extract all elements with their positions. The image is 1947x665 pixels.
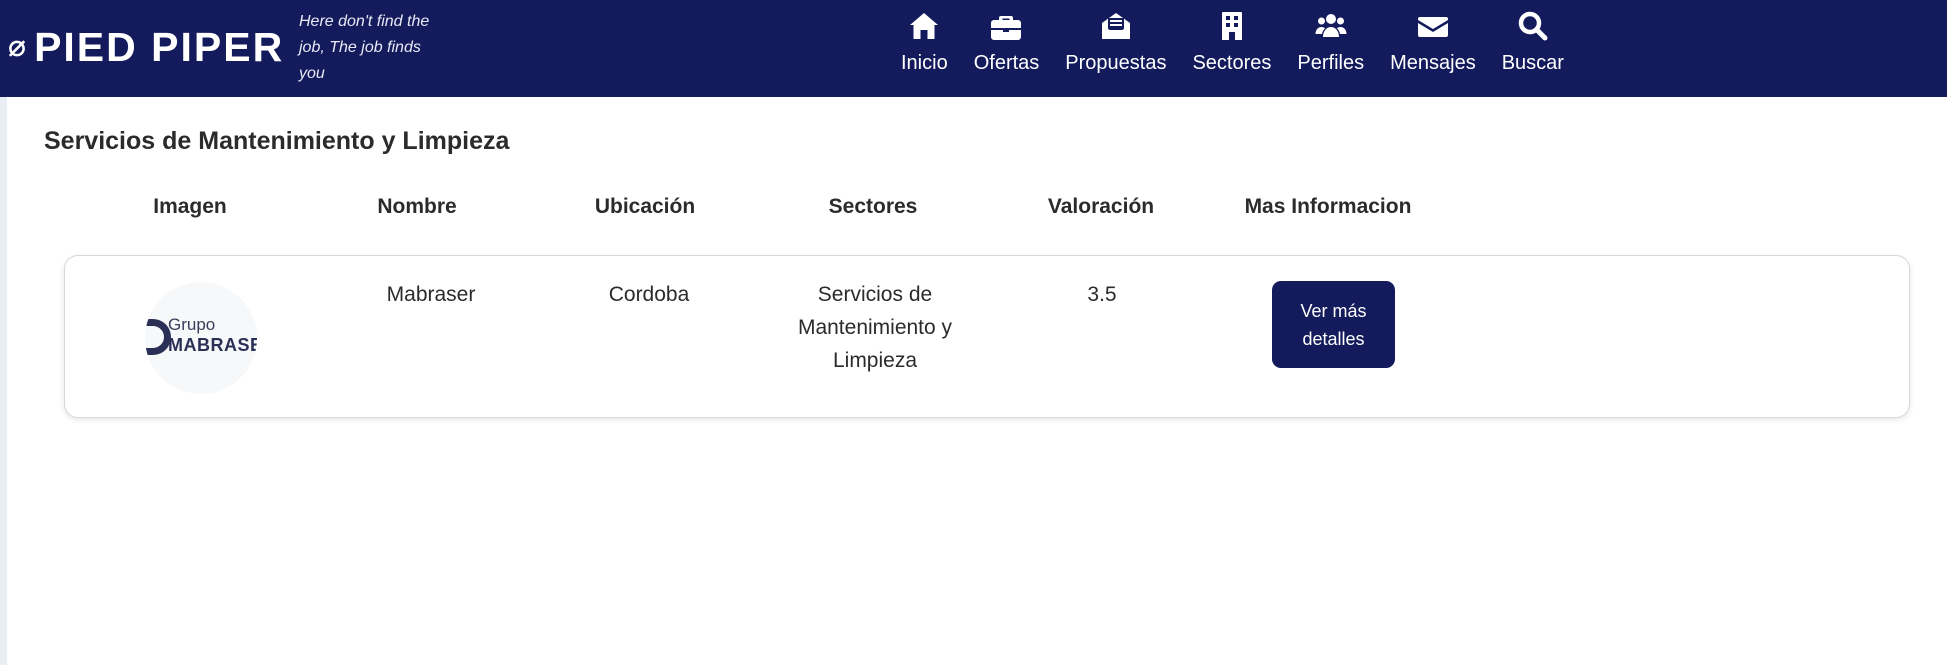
nav-item-inicio[interactable]: Inicio — [888, 10, 961, 90]
nav-item-mensajes[interactable]: Mensajes — [1377, 10, 1489, 90]
nav-label: Mensajes — [1390, 52, 1476, 74]
envelope-open-icon — [1101, 13, 1130, 39]
nav-item-buscar[interactable]: Buscar — [1489, 10, 1577, 90]
pied-piper-logo-icon: ⌀ — [8, 30, 27, 63]
home-icon — [910, 13, 939, 39]
users-icon — [1315, 14, 1347, 37]
nav-label: Buscar — [1501, 52, 1564, 74]
envelope-icon — [1417, 17, 1448, 37]
brand-name: PIED PIPER — [34, 23, 285, 70]
search-icon — [1518, 11, 1548, 41]
building-icon — [1221, 12, 1242, 40]
main-content: Servicios de Mantenimiento y Limpieza Im… — [7, 97, 1947, 665]
ver-mas-detalles-button[interactable]: Ver más detalles — [1272, 281, 1395, 368]
tagline: Here don't find the job, The job finds y… — [299, 13, 430, 82]
nav-label: Sectores — [1192, 52, 1272, 74]
column-header-imagen: Imagen — [153, 195, 227, 218]
column-header-ubicacion: Ubicación — [594, 195, 696, 218]
nav-label: Propuestas — [1065, 52, 1167, 74]
top-navbar: ⌀ PIED PIPER Here don't find the job, Th… — [0, 0, 1947, 97]
table-header: Imagen Nombre Ubicación Sectores Valorac… — [7, 195, 1947, 225]
company-rating: 3.5 — [1087, 283, 1117, 306]
left-rail — [0, 97, 7, 665]
logo-text-bottom: MABRASER — [168, 335, 257, 355]
nav-item-propuestas[interactable]: Propuestas — [1052, 10, 1179, 90]
nav-item-ofertas[interactable]: Ofertas — [961, 10, 1053, 90]
nav-item-sectores[interactable]: Sectores — [1179, 10, 1284, 90]
nav-item-perfiles[interactable]: Perfiles — [1284, 10, 1377, 90]
company-sector: Servicios de Mantenimiento y Limpieza — [797, 283, 953, 372]
company-logo: Grupo MABRASER — [145, 282, 257, 394]
column-header-sectores: Sectores — [828, 195, 918, 218]
column-header-mas-informacion: Mas Informacion — [1244, 195, 1412, 218]
column-header-nombre: Nombre — [377, 195, 457, 218]
company-name: Mabraser — [386, 283, 476, 306]
column-header-valoracion: Valoración — [1047, 195, 1155, 218]
brand-logo[interactable]: ⌀ PIED PIPER — [8, 24, 284, 70]
logo-text-top: Grupo — [168, 315, 216, 334]
page-title: Servicios de Mantenimiento y Limpieza — [44, 127, 510, 155]
nav-label: Inicio — [901, 52, 948, 74]
company-location: Cordoba — [608, 283, 690, 306]
briefcase-icon — [991, 16, 1022, 40]
nav-label: Perfiles — [1297, 52, 1365, 74]
main-nav: Inicio Ofertas Propuestas Sectores Perfi… — [888, 10, 1577, 90]
nav-label: Ofertas — [973, 52, 1040, 74]
table-row: Grupo MABRASER Mabraser Cordoba Servicio… — [64, 255, 1910, 418]
